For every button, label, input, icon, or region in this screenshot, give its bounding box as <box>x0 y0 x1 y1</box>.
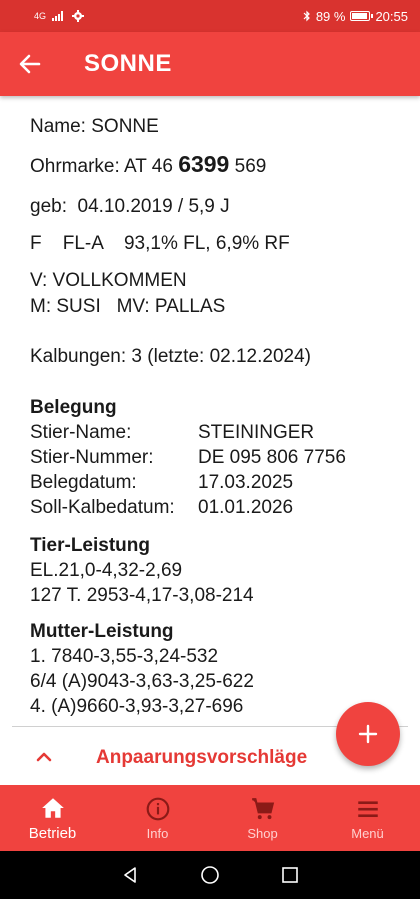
arrow-back-icon <box>19 54 41 74</box>
belegung-key: Belegdatum: <box>30 472 137 493</box>
nav-label: Betrieb <box>28 824 77 842</box>
system-home-icon[interactable] <box>200 865 220 885</box>
belegung-key: Soll-Kalbedatum: <box>30 497 175 518</box>
nav-label: Menü <box>351 825 384 841</box>
home-icon <box>41 797 64 818</box>
system-recents-icon[interactable] <box>280 865 300 885</box>
belegung-row: Stier-Name: STEININGER <box>30 420 346 445</box>
battery-icon <box>350 11 374 21</box>
system-navigation-bar <box>0 851 420 899</box>
mother: M: SUSI MV: PALLAS <box>30 296 226 317</box>
network-indicator: 4G <box>34 11 47 21</box>
plus-icon <box>358 724 378 744</box>
bluetooth-icon <box>303 10 310 22</box>
ear-tag-suffix: 569 <box>229 156 267 177</box>
nav-label: Info <box>146 825 169 841</box>
status-right: 89 % 20:55 <box>303 9 408 24</box>
belegung-title: Belegung <box>30 397 117 418</box>
page-title: SONNE <box>84 50 172 77</box>
clock: 20:55 <box>375 8 408 24</box>
info-icon <box>146 797 169 820</box>
belegung-table: Stier-Name: STEININGER Stier-Nummer: DE 09… <box>30 420 346 520</box>
belegung-value: 01.01.2026 <box>198 497 294 518</box>
birth-date: geb: 04.10.2019 / 5,9 J <box>30 196 230 217</box>
nav-item-betrieb[interactable]: Betrieb <box>0 785 105 851</box>
bottom-navigation: Betrieb Info Shop Menü <box>0 785 420 851</box>
belegung-row: Stier-Nummer: DE 095 806 7756 <box>30 445 346 470</box>
signal-icon <box>52 11 64 21</box>
breed-info: F FL-A 93,1% FL, 6,9% RF <box>30 233 290 254</box>
ear-tag-number: 6399 <box>178 151 230 177</box>
app-bar: SONNE <box>0 32 420 96</box>
tier-leistung-line: EL.21,0-4,32-2,69 <box>30 560 183 581</box>
mutter-leistung-line: 6/4 (A)9043-3,63-3,25-622 <box>30 671 254 692</box>
chevron-up-icon[interactable] <box>34 749 54 765</box>
system-back-icon[interactable] <box>120 865 140 885</box>
belegung-value: DE 095 806 7756 <box>198 447 346 468</box>
calvings: Kalbungen: 3 (letzte: 02.12.2024) <box>30 346 311 367</box>
belegung-key: Stier-Name: <box>30 422 132 443</box>
settings-gear-icon <box>72 10 85 22</box>
battery-percent: 89 % <box>315 8 346 24</box>
mutter-leistung-title: Mutter-Leistung <box>30 621 174 642</box>
back-button[interactable] <box>0 32 60 96</box>
nav-label: Shop <box>247 825 278 841</box>
ear-tag-prefix: Ohrmarke: AT 46 <box>30 156 179 177</box>
tier-leistung-title: Tier-Leistung <box>30 535 150 556</box>
ear-tag: Ohrmarke: AT 46 6399 569 <box>30 152 266 179</box>
belegung-row: Soll-Kalbedatum: 01.01.2026 <box>30 495 346 520</box>
belegung-value: STEININGER <box>198 422 315 443</box>
status-left: 4G <box>34 10 85 22</box>
add-button[interactable] <box>336 702 400 766</box>
status-bar: 4G 89 % 20:55 <box>0 0 420 32</box>
mutter-leistung-line: 4. (A)9660-3,93-3,27-696 <box>30 696 244 717</box>
belegung-value: 17.03.2025 <box>198 472 294 493</box>
nav-item-menu[interactable]: Menü <box>315 785 420 851</box>
nav-item-shop[interactable]: Shop <box>210 785 315 851</box>
father: V: VOLLKOMMEN <box>30 270 187 291</box>
mutter-leistung-line: 1. 7840-3,55-3,24-532 <box>30 646 219 667</box>
menu-icon <box>357 800 378 817</box>
belegung-row: Belegdatum: 17.03.2025 <box>30 470 346 495</box>
cart-icon <box>251 797 274 819</box>
belegung-key: Stier-Nummer: <box>30 447 154 468</box>
animal-name: Name: SONNE <box>30 116 159 137</box>
nav-item-info[interactable]: Info <box>105 785 210 851</box>
pairing-suggestions-label[interactable]: Anpaarungsvorschläge <box>96 747 307 769</box>
tier-leistung-line: 127 T. 2953-4,17-3,08-214 <box>30 585 254 606</box>
